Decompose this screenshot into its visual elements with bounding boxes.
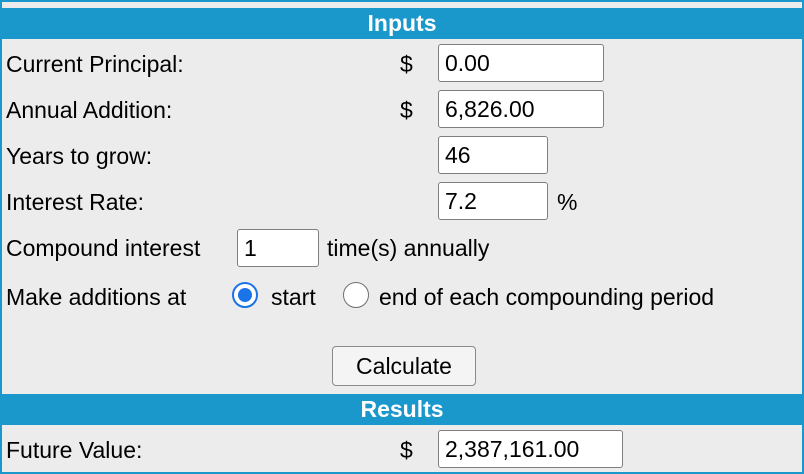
current-principal-input[interactable]: 0.00 [438, 44, 604, 82]
calculate-button[interactable]: Calculate [332, 346, 476, 386]
additions-end-radio[interactable] [343, 282, 369, 308]
years-to-grow-label: Years to grow: [6, 143, 153, 169]
annual-addition-label: Annual Addition: [6, 97, 173, 123]
interest-rate-label: Interest Rate: [6, 189, 145, 215]
future-value-output[interactable]: 2,387,161.00 [438, 430, 623, 468]
additions-label: Make additions at [6, 284, 187, 310]
inputs-header: Inputs [2, 8, 802, 39]
annual-addition-input[interactable]: 6,826.00 [438, 90, 604, 128]
future-value-currency: $ [400, 437, 413, 463]
future-value-label: Future Value: [6, 437, 143, 463]
results-header: Results [2, 394, 802, 425]
interest-rate-input[interactable]: 7.2 [438, 182, 548, 220]
annual-addition-currency: $ [400, 97, 413, 123]
compound-frequency-suffix: time(s) annually [327, 235, 490, 261]
additions-start-label[interactable]: start [271, 282, 316, 312]
interest-rate-unit: % [557, 189, 578, 215]
current-principal-label: Current Principal: [6, 51, 184, 77]
current-principal-currency: $ [400, 51, 413, 77]
years-to-grow-input[interactable]: 46 [438, 136, 548, 174]
compound-frequency-input[interactable]: 1 [237, 229, 319, 267]
compound-interest-label: Compound interest [6, 235, 201, 261]
additions-end-label[interactable]: end of each compounding period [379, 282, 714, 312]
calculator-panel: Inputs Current Principal: $ 0.00 Annual … [0, 0, 804, 474]
additions-start-radio[interactable] [232, 282, 258, 308]
